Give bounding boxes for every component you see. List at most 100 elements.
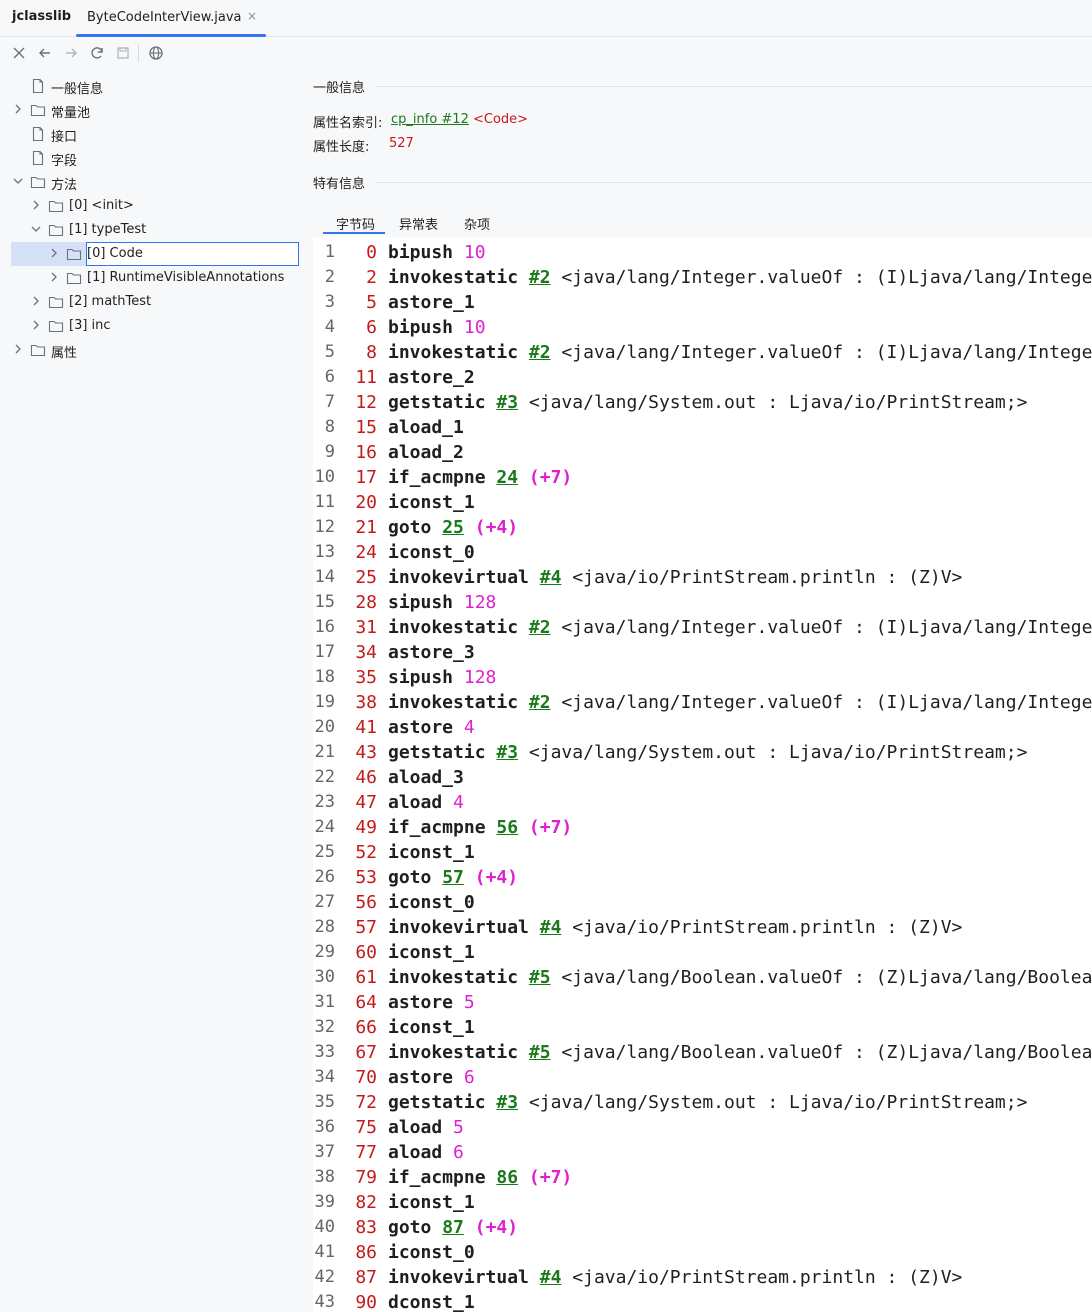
chevron-right-icon[interactable] xyxy=(30,199,42,211)
folder-icon xyxy=(30,102,46,118)
back-icon[interactable] xyxy=(37,45,53,61)
chevron-down-icon[interactable] xyxy=(30,223,42,235)
file-tab[interactable]: ByteCodeInterView.java × xyxy=(76,0,266,37)
tree-node-label: 一般信息 xyxy=(51,82,104,97)
refresh-icon[interactable] xyxy=(89,45,105,61)
tool-window-title[interactable]: jclasslib xyxy=(12,9,71,24)
chevron-right-icon[interactable] xyxy=(12,343,24,355)
chevron-right-icon[interactable] xyxy=(48,271,60,283)
instruction: aload 4 xyxy=(388,790,464,815)
opcode: astore_3 xyxy=(388,642,475,663)
instruction: iconst_0 xyxy=(388,1240,475,1265)
opcode: if_acmpne xyxy=(388,467,486,488)
tab-exception-table[interactable]: 异常表 xyxy=(399,214,438,233)
bytecode-listing[interactable]: 1 0 bipush 10 2 2 invokestatic #2 <java/lang/… xyxy=(313,237,1092,1312)
operand-link[interactable]: 57 xyxy=(442,867,464,888)
bytecode-offset: 12 xyxy=(355,392,377,413)
tree-node[interactable]: 常量池 xyxy=(0,98,300,122)
forward-icon[interactable] xyxy=(63,45,79,61)
operand-link[interactable]: #4 xyxy=(540,917,562,938)
tree-node[interactable]: 方法 xyxy=(0,170,300,194)
line-number: 43 xyxy=(314,1292,335,1312)
opcode: astore xyxy=(388,992,454,1013)
chevron-right-icon[interactable] xyxy=(30,319,42,331)
line-number: 2 xyxy=(324,267,335,287)
opcode: invokestatic xyxy=(388,267,519,288)
operand-comment: <java/lang/Boolean.valueOf : (Z)Ljava/la… xyxy=(561,967,1092,988)
bytecode-row: 6 11 astore_2 xyxy=(313,365,1092,390)
opcode: getstatic xyxy=(388,392,486,413)
bytecode-row: 39 82 iconst_1 xyxy=(313,1190,1092,1215)
operand-constant: 128 xyxy=(463,592,497,613)
bytecode-offset: 75 xyxy=(355,1117,377,1138)
instruction: if_acmpne 24 (+7) xyxy=(388,465,572,490)
tree-node[interactable]: [1] typeTest xyxy=(0,218,300,242)
bytecode-row: 1 0 bipush 10 xyxy=(313,240,1092,265)
chevron-right-icon[interactable] xyxy=(48,247,60,259)
tree-node-label: 字段 xyxy=(51,154,78,169)
bytecode-offset: 66 xyxy=(355,1017,377,1038)
instruction: astore 5 xyxy=(388,990,475,1015)
operand-link[interactable]: #4 xyxy=(540,567,562,588)
instruction: invokevirtual #4 <java/io/PrintStream.pr… xyxy=(388,565,962,590)
folder-icon xyxy=(30,174,46,190)
operand-link[interactable]: 87 xyxy=(442,1217,464,1238)
operand-link[interactable]: 25 xyxy=(442,517,464,538)
operand-link[interactable]: #4 xyxy=(540,1267,562,1288)
operand-link[interactable]: #2 xyxy=(529,267,551,288)
line-number: 33 xyxy=(314,1042,335,1062)
tree-node[interactable]: [0] Code xyxy=(0,242,300,266)
operand-link[interactable]: #3 xyxy=(496,742,518,763)
tree-node[interactable]: 接口 xyxy=(0,122,300,146)
opcode: getstatic xyxy=(388,1092,486,1113)
bytecode-offset: 24 xyxy=(355,542,377,563)
instruction: if_acmpne 56 (+7) xyxy=(388,815,572,840)
chevron-right-icon[interactable] xyxy=(30,295,42,307)
close-icon[interactable] xyxy=(11,45,27,61)
cp-info-link[interactable]: cp_info #12 xyxy=(391,112,469,127)
tree-node[interactable]: 属性 xyxy=(0,338,300,362)
opcode: iconst_1 xyxy=(388,942,475,963)
instruction: goto 25 (+4) xyxy=(388,515,518,540)
opcode: aload_1 xyxy=(388,417,464,438)
operand-link[interactable]: #5 xyxy=(529,1042,551,1063)
operand-link[interactable]: #2 xyxy=(529,342,551,363)
operand-link[interactable]: 24 xyxy=(496,467,518,488)
bytecode-offset: 72 xyxy=(355,1092,377,1113)
bytecode-row: 33 67 invokestatic #5 <java/lang/Boolean.v… xyxy=(313,1040,1092,1065)
toolbar xyxy=(0,37,1092,69)
operand-link[interactable]: #5 xyxy=(529,967,551,988)
tree-node-label: [3] inc xyxy=(69,318,111,333)
line-number: 42 xyxy=(314,1267,335,1287)
operand-link[interactable]: 56 xyxy=(496,817,518,838)
operand-link[interactable]: 86 xyxy=(496,1167,518,1188)
chevron-right-icon[interactable] xyxy=(12,103,24,115)
opcode: aload_2 xyxy=(388,442,464,463)
tree-node[interactable]: [0] <init> xyxy=(0,194,300,218)
tree-node[interactable]: [1] RuntimeVisibleAnnotations xyxy=(0,266,300,290)
line-number: 4 xyxy=(324,317,335,337)
operand-link[interactable]: #2 xyxy=(529,617,551,638)
tree-node[interactable]: [3] inc xyxy=(0,314,300,338)
bytecode-row: 3 5 astore_1 xyxy=(313,290,1092,315)
bytecode-row: 36 75 aload 5 xyxy=(313,1115,1092,1140)
operand-link[interactable]: #2 xyxy=(529,692,551,713)
bytecode-offset: 61 xyxy=(355,967,377,988)
line-number: 23 xyxy=(314,792,335,812)
line-number: 41 xyxy=(314,1242,335,1262)
save-icon[interactable] xyxy=(115,45,131,61)
tab-misc[interactable]: 杂项 xyxy=(464,214,490,233)
bytecode-offset: 38 xyxy=(355,692,377,713)
tree-node[interactable]: 字段 xyxy=(0,146,300,170)
chevron-down-icon[interactable] xyxy=(12,175,24,187)
close-tab-icon[interactable]: × xyxy=(247,9,257,23)
opcode: sipush xyxy=(388,667,454,688)
tab-bytecode[interactable]: 字节码 xyxy=(336,214,375,233)
tree-node[interactable]: 一般信息 xyxy=(0,74,300,98)
opcode: astore xyxy=(388,1067,454,1088)
operand-link[interactable]: #3 xyxy=(496,1092,518,1113)
operand-link[interactable]: #3 xyxy=(496,392,518,413)
tree-node[interactable]: [2] mathTest xyxy=(0,290,300,314)
opcode: iconst_0 xyxy=(388,1242,475,1263)
web-icon[interactable] xyxy=(148,45,164,61)
